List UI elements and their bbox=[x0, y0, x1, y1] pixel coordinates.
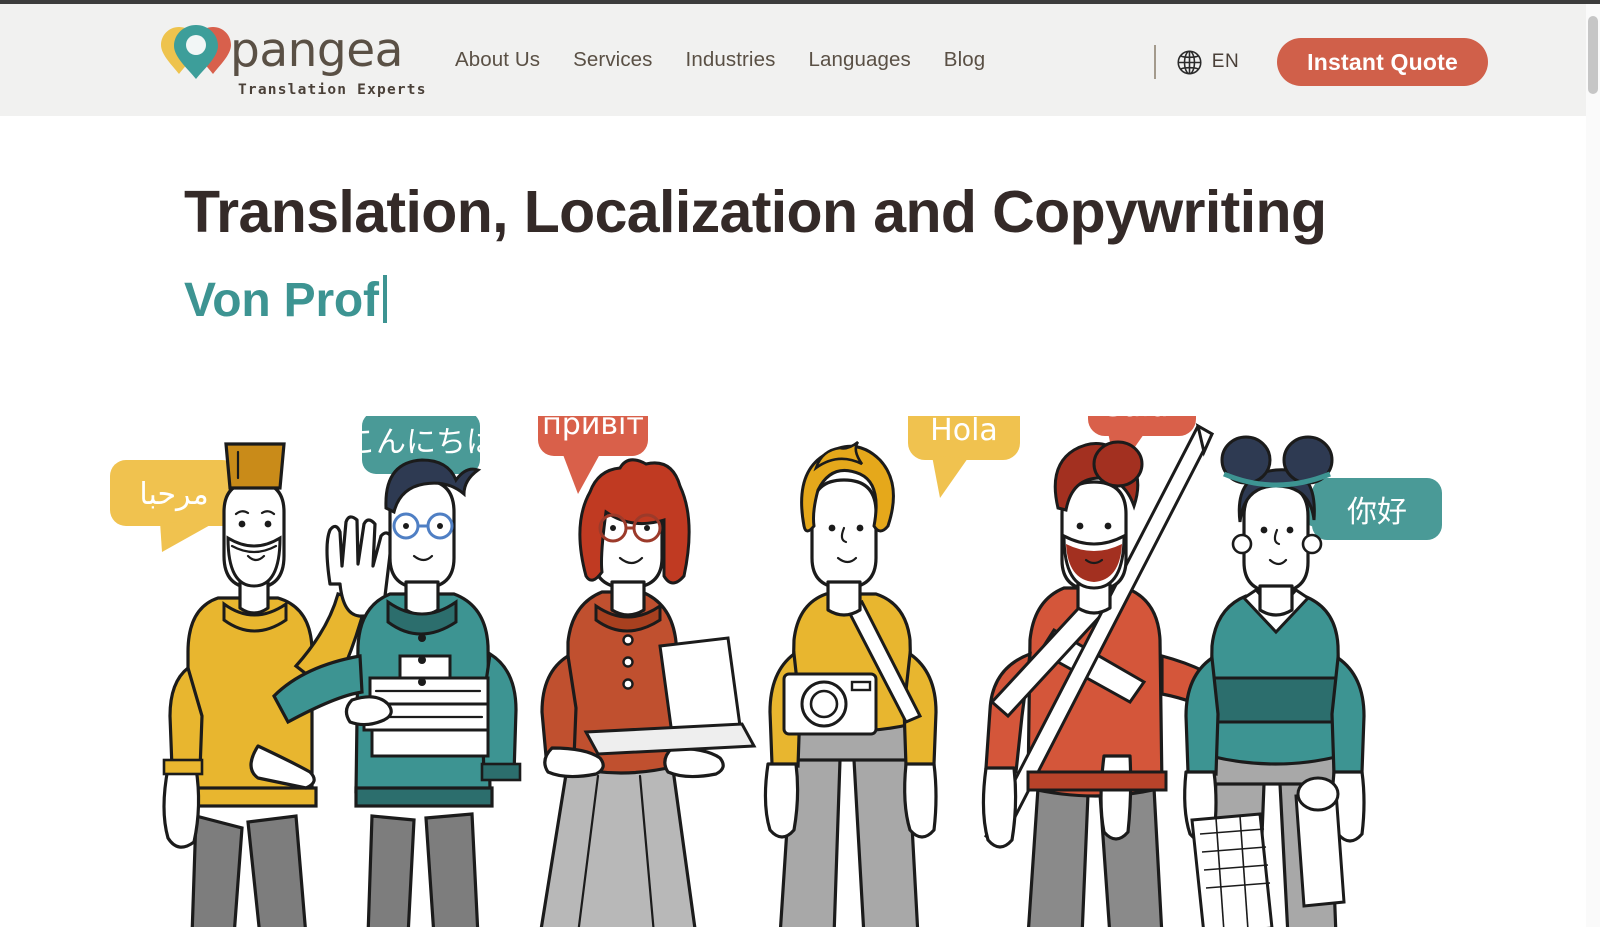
language-code: EN bbox=[1211, 51, 1240, 72]
brand-logo[interactable]: pangea Translation Experts bbox=[160, 22, 425, 102]
nav-item-languages[interactable]: Languages bbox=[808, 48, 910, 72]
globe-icon bbox=[1177, 49, 1202, 75]
main-navigation: About Us Services Industries Languages B… bbox=[455, 48, 985, 72]
browser-chrome-edge bbox=[0, 0, 1600, 4]
bubble-text-spanish: Hola bbox=[930, 416, 998, 448]
speech-bubble-arabic: مرحبا bbox=[110, 460, 238, 552]
bubble-text-arabic: مرحبا bbox=[139, 477, 208, 512]
hero-people-illustration: .ln { fill:none; stroke:#1b1b1b; stroke-… bbox=[110, 416, 1442, 927]
nav-item-about-us[interactable]: About Us bbox=[455, 48, 540, 72]
bubble-text-japanese: こんにちは bbox=[346, 425, 496, 460]
nav-item-industries[interactable]: Industries bbox=[686, 48, 776, 72]
figure-woman-with-camera bbox=[763, 440, 938, 927]
language-switcher[interactable]: EN bbox=[1176, 49, 1239, 76]
page-scrollbar-thumb[interactable] bbox=[1588, 16, 1598, 94]
hero-title: Translation, Localization and Copywritin… bbox=[184, 179, 1327, 245]
site-header: pangea Translation Experts About Us Serv… bbox=[0, 4, 1600, 116]
typing-caret bbox=[382, 275, 387, 323]
bubble-text-ukrainian: привіт bbox=[542, 416, 644, 442]
pangea-pin-logo-icon bbox=[161, 25, 231, 79]
header-actions: EN Instant Quote bbox=[1153, 34, 1488, 90]
header-divider bbox=[1153, 45, 1156, 79]
nav-item-services[interactable]: Services bbox=[573, 48, 652, 72]
bubble-text-chinese: 你好 bbox=[1347, 495, 1407, 530]
nav-item-blog[interactable]: Blog bbox=[944, 48, 985, 72]
hero-section: Translation, Localization and Copywritin… bbox=[0, 116, 1600, 927]
speech-bubble-spanish: Hola bbox=[908, 416, 1020, 498]
figure-man-with-glasses bbox=[272, 458, 522, 927]
bubble-text-french: Salut bbox=[1104, 416, 1181, 424]
page-scrollbar-track[interactable] bbox=[1586, 4, 1600, 927]
hero-typed-text: Von Prof bbox=[184, 274, 379, 327]
brand-wordmark: pangea bbox=[230, 23, 403, 78]
brand-tagline: Translation Experts bbox=[238, 82, 427, 98]
figure-woman-with-laptop bbox=[539, 458, 757, 927]
hero-typed-line: Von Prof bbox=[184, 268, 387, 328]
instant-quote-button[interactable]: Instant Quote bbox=[1277, 38, 1488, 86]
